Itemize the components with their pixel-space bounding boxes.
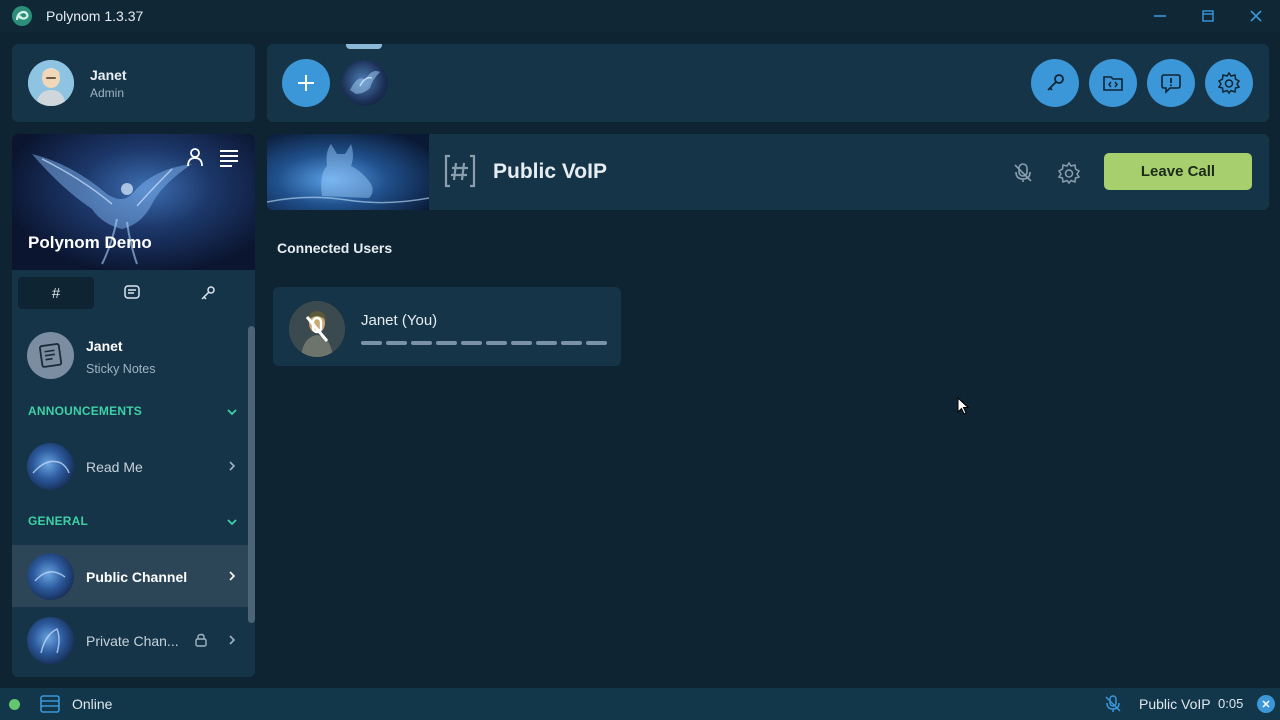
code-folder-button[interactable] bbox=[1089, 59, 1137, 107]
settings-button[interactable] bbox=[1205, 59, 1253, 107]
mute-microphone-button[interactable] bbox=[1011, 161, 1035, 185]
user-role: Admin bbox=[90, 86, 125, 100]
maximize-button[interactable] bbox=[1185, 0, 1231, 32]
channel-avatar bbox=[27, 553, 74, 600]
channel-list-scrollbar[interactable] bbox=[248, 326, 255, 623]
notes-title: Janet bbox=[86, 338, 123, 354]
status-bar: Online Public VoIP 0:05 bbox=[0, 688, 1280, 720]
message-icon bbox=[124, 285, 140, 299]
chevron-right-icon bbox=[226, 460, 238, 472]
channel-title: Public VoIP bbox=[493, 160, 607, 183]
title-bar: Polynom 1.3.37 bbox=[0, 0, 1280, 32]
call-settings-button[interactable] bbox=[1057, 161, 1081, 185]
key-icon bbox=[201, 286, 215, 300]
presence-indicator bbox=[9, 699, 20, 710]
sticky-notes-icon bbox=[39, 343, 63, 368]
mouse-cursor-icon bbox=[957, 397, 969, 415]
channel-public-label: Public Channel bbox=[86, 569, 188, 585]
tab-messages[interactable] bbox=[94, 277, 170, 309]
user-name: Janet bbox=[90, 67, 127, 83]
tab-channels-label: # bbox=[51, 284, 61, 302]
channel-banner-image bbox=[267, 134, 429, 210]
server-icon-polynom-demo[interactable] bbox=[342, 60, 388, 106]
gear-icon bbox=[1217, 71, 1241, 95]
connected-user-tile[interactable]: Janet (You) bbox=[273, 287, 621, 366]
avatar bbox=[28, 60, 74, 106]
presence-status[interactable]: Online bbox=[72, 696, 112, 712]
lock-icon bbox=[194, 633, 208, 647]
alert-message-icon bbox=[1161, 74, 1181, 94]
chevron-right-icon bbox=[226, 634, 238, 646]
leave-call-button[interactable]: Leave Call bbox=[1104, 153, 1252, 190]
channel-read-me[interactable]: Read Me bbox=[12, 435, 248, 497]
channel-list[interactable]: Janet Sticky Notes ANNOUNCEMENTS Read Me… bbox=[12, 316, 255, 677]
window-title: Polynom 1.3.37 bbox=[46, 8, 144, 24]
key-icon bbox=[1047, 74, 1064, 91]
close-window-button[interactable] bbox=[1233, 0, 1279, 32]
notes-avatar bbox=[27, 332, 74, 379]
chevron-down-icon[interactable] bbox=[226, 406, 238, 418]
end-call-button[interactable] bbox=[1257, 695, 1275, 713]
microphone-off-icon bbox=[1014, 163, 1032, 182]
connected-user-name: Janet (You) bbox=[361, 312, 438, 329]
channel-private[interactable]: Private Chan... bbox=[12, 609, 248, 671]
tab-channels[interactable]: # bbox=[18, 277, 94, 309]
sidebar-tabs: # bbox=[12, 270, 255, 316]
selected-server-indicator bbox=[346, 44, 382, 49]
server-toolbar bbox=[267, 44, 1269, 122]
channel-avatar bbox=[27, 443, 74, 490]
avatar bbox=[289, 301, 345, 357]
add-server-button[interactable] bbox=[282, 59, 330, 107]
plus-icon bbox=[298, 75, 314, 91]
code-folder-icon bbox=[1103, 76, 1123, 91]
current-user-card[interactable]: Janet Admin bbox=[12, 44, 255, 122]
channel-public[interactable]: Public Channel bbox=[12, 545, 248, 607]
server-banner: Polynom Demo bbox=[12, 134, 255, 270]
chevron-right-icon bbox=[226, 570, 238, 582]
channel-avatar bbox=[27, 617, 74, 664]
server-name: Polynom Demo bbox=[28, 233, 152, 252]
menu-icon[interactable] bbox=[218, 146, 240, 168]
call-duration: 0:05 bbox=[1218, 696, 1244, 711]
sticky-notes-item[interactable]: Janet Sticky Notes bbox=[12, 324, 248, 386]
key-button[interactable] bbox=[1031, 59, 1079, 107]
layout-icon[interactable] bbox=[40, 694, 60, 714]
active-call-channel[interactable]: Public VoIP bbox=[1139, 696, 1211, 712]
channel-read-me-label: Read Me bbox=[86, 459, 143, 475]
channel-header: Public VoIP Leave Call bbox=[267, 134, 1269, 210]
chevron-down-icon[interactable] bbox=[226, 516, 238, 528]
tab-keys[interactable] bbox=[170, 277, 246, 309]
connected-users-heading: Connected Users bbox=[277, 240, 393, 256]
minimize-button[interactable] bbox=[1137, 0, 1183, 32]
audio-level-meter bbox=[361, 341, 607, 345]
gear-icon bbox=[1057, 161, 1081, 185]
section-general[interactable]: GENERAL bbox=[28, 514, 88, 528]
section-announcements[interactable]: ANNOUNCEMENTS bbox=[28, 404, 142, 418]
voice-channel-hash-icon bbox=[444, 154, 476, 188]
members-icon[interactable] bbox=[184, 146, 206, 168]
notes-subtitle: Sticky Notes bbox=[86, 362, 156, 376]
close-icon bbox=[1262, 700, 1270, 708]
alert-message-button[interactable] bbox=[1147, 59, 1195, 107]
app-logo-icon bbox=[11, 5, 33, 27]
microphone-off-icon[interactable] bbox=[1103, 694, 1123, 714]
channel-private-label: Private Chan... bbox=[86, 633, 179, 649]
